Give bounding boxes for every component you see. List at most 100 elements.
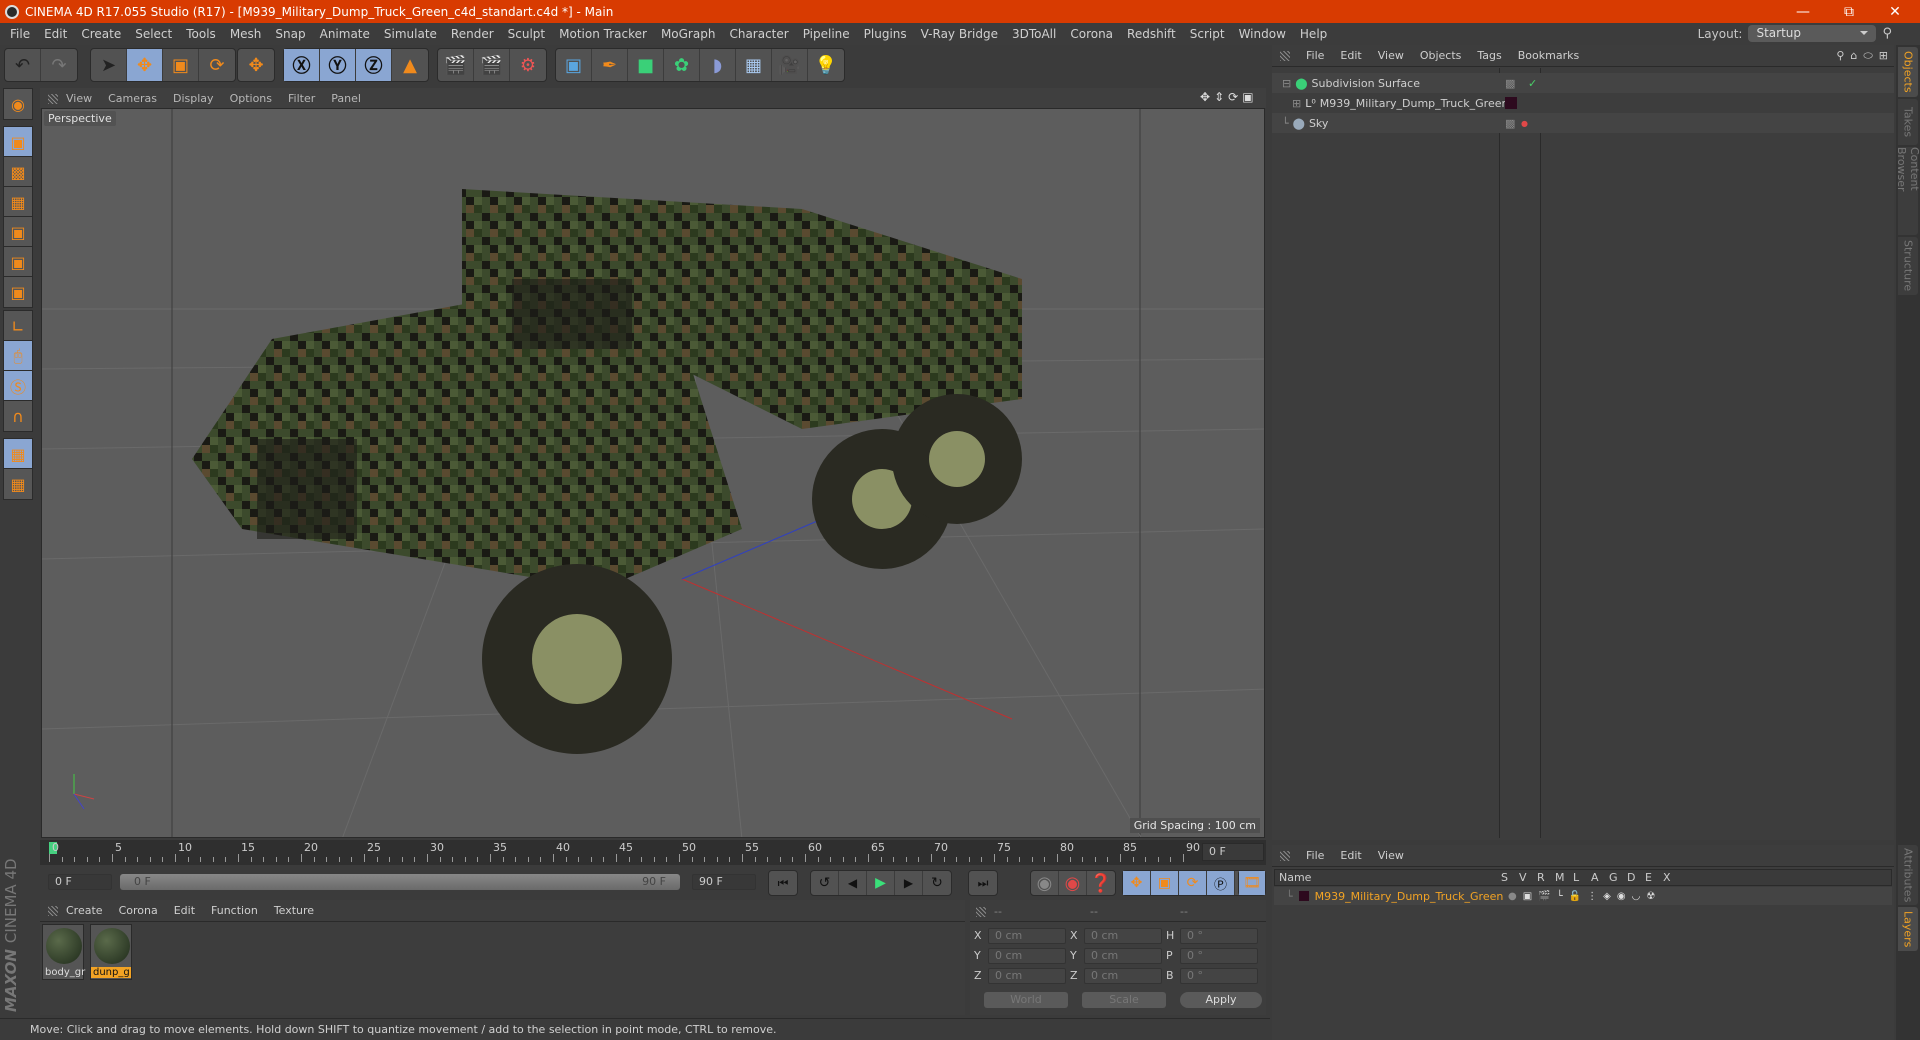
z-axis-icon[interactable]: Ⓩ [356,49,392,81]
axis-icon[interactable]: ∟ [3,310,33,342]
polygons-mode-icon[interactable]: ▣ [3,276,33,308]
tweak-mode-icon[interactable]: 🖰 [3,340,33,372]
timeline-ruler[interactable]: 0 5 10 15 20 25 30 35 40 45 50 55 60 65 70 75 80 85 90 0 F [40,840,1266,865]
panel-grip[interactable] [1280,851,1290,861]
tab-takes[interactable]: Takes [1898,99,1918,145]
menu-pipeline[interactable]: Pipeline [803,27,850,41]
viewport-menu-panel[interactable]: Panel [331,92,361,105]
scale-dropdown[interactable]: Scale [1082,992,1166,1008]
render-icon[interactable]: 🎬 [1538,891,1550,902]
layer-name[interactable]: M939_Military_Dump_Truck_Green [1315,890,1504,903]
om-menu-tags[interactable]: Tags [1477,49,1501,62]
live-move-icon[interactable]: ✥ [238,49,274,81]
move-icon[interactable]: ✥ [127,49,163,81]
current-frame-field[interactable]: 0 F [1202,843,1264,861]
coord-field[interactable]: 0 cm [988,948,1066,964]
menu-character[interactable]: Character [729,27,788,41]
coord-field[interactable]: 0 cm [988,928,1066,944]
world-dropdown[interactable]: World [984,992,1068,1008]
play-icon[interactable]: ▶ [867,871,895,895]
deformer-icon[interactable]: ◗ [700,49,736,81]
coord-field[interactable]: 0 ° [1180,928,1258,944]
editor-visibility-icon[interactable]: ▩ [1505,77,1515,90]
coord-field[interactable]: 0 cm [1084,968,1162,984]
menu-create[interactable]: Create [81,27,121,41]
points-mode-icon[interactable]: ▣ [3,216,33,248]
menu-tools[interactable]: Tools [186,27,216,41]
maximize-icon[interactable]: ▣ [1242,90,1253,104]
keyframe-help-icon[interactable]: ❓ [1087,871,1115,895]
lock-icon[interactable]: 🔓 [1569,891,1581,902]
key-parameter-icon[interactable]: Ⓟ [1207,871,1235,895]
magnet-icon[interactable]: ∩ [3,400,33,432]
new-window-icon[interactable]: ⊞ [1879,49,1888,63]
lock-workplane-icon[interactable]: ▦ [3,438,33,470]
material-swatch-selected[interactable]: dunp_g [90,924,132,980]
enabled-check-icon[interactable]: ✓ [1528,77,1537,90]
layer-row[interactable]: └ M939_Military_Dump_Truck_Green ● ▣ 🎬 └… [1274,887,1892,905]
menu-select[interactable]: Select [135,27,172,41]
render-settings-icon[interactable]: ⚙ [510,49,546,81]
previous-frame-icon[interactable]: ◀ [839,871,867,895]
mm-menu-corona[interactable]: Corona [119,904,158,917]
object-row[interactable]: ⊞ L⁰ M939_Military_Dump_Truck_Green [1272,93,1894,113]
menu-simulate[interactable]: Simulate [384,27,437,41]
column-x[interactable]: X [1663,871,1671,884]
camera-icon[interactable]: 🎥 [772,49,808,81]
select-icon[interactable]: ➤ [91,49,127,81]
restore-button[interactable]: ⧉ [1826,0,1872,23]
search-icon[interactable]: ⚲ [1882,26,1892,41]
menu-plugins[interactable]: Plugins [864,27,907,41]
column-g[interactable]: G [1609,871,1618,884]
coord-field[interactable]: 0 ° [1180,948,1258,964]
viewport-menu-filter[interactable]: Filter [288,92,315,105]
texture-mode-icon[interactable]: ▩ [3,156,33,188]
apply-button[interactable]: Apply [1180,992,1262,1008]
range-slider[interactable]: 0 F 90 F [120,874,680,890]
menu-v-ray-bridge[interactable]: V-Ray Bridge [921,27,998,41]
deformers-icon[interactable]: ◉ [1617,891,1626,902]
column-s[interactable]: S [1501,871,1508,884]
coord-field[interactable]: 0 ° [1180,968,1258,984]
previous-key-icon[interactable]: ↺ [811,871,839,895]
edges-mode-icon[interactable]: ▣ [3,246,33,278]
pan-icon[interactable]: ✥ [1200,90,1210,104]
rotate-icon[interactable]: ⟳ [199,49,235,81]
menu-motion-tracker[interactable]: Motion Tracker [559,27,647,41]
close-button[interactable]: ✕ [1872,0,1918,23]
mograph-cloner-icon[interactable]: ✿ [664,49,700,81]
menu-help[interactable]: Help [1300,27,1327,41]
x-axis-icon[interactable]: Ⓧ [284,49,320,81]
menu-animate[interactable]: Animate [320,27,370,41]
undo-icon[interactable]: ↶ [5,49,41,81]
layer-color-swatch[interactable] [1505,97,1517,109]
zoom-icon[interactable]: ⇕ [1214,90,1224,104]
record-icon[interactable]: ◉ [1059,871,1087,895]
menu-corona[interactable]: Corona [1070,27,1113,41]
cube-icon[interactable]: ▣ [556,49,592,81]
object-row[interactable]: └ ⬤ Sky ▩ ● [1272,113,1894,133]
light-icon[interactable]: 💡 [808,49,844,81]
orbit-icon[interactable]: ⟳ [1228,90,1238,104]
minimize-button[interactable]: — [1780,0,1826,23]
menu-window[interactable]: Window [1239,27,1286,41]
tab-structure[interactable]: Structure [1898,237,1918,295]
scale-icon[interactable]: ▣ [163,49,199,81]
make-editable-icon[interactable]: ◉ [3,88,33,120]
menu-mesh[interactable]: Mesh [230,27,262,41]
column-name[interactable]: Name [1279,871,1311,884]
y-axis-icon[interactable]: Ⓨ [320,49,356,81]
om-menu-bookmarks[interactable]: Bookmarks [1518,49,1579,62]
subdivision-icon[interactable]: ■ [628,49,664,81]
filter-icon[interactable]: ⬭ [1863,49,1872,63]
object-row[interactable]: ⊟ ⬤ Subdivision Surface ▩ ✓ [1272,73,1894,93]
go-to-start-icon[interactable]: ⏮ [769,871,797,895]
key-scale-icon[interactable]: ▣ [1151,871,1179,895]
layout-dropdown[interactable]: Startup [1748,25,1877,42]
floor-icon[interactable]: ▦ [736,49,772,81]
om-menu-view[interactable]: View [1378,49,1404,62]
key-position-icon[interactable]: ✥ [1123,871,1151,895]
viewport-menu-view[interactable]: View [66,92,92,105]
render-off-dot-icon[interactable]: ● [1521,119,1528,128]
redo-icon[interactable]: ↷ [41,49,77,81]
